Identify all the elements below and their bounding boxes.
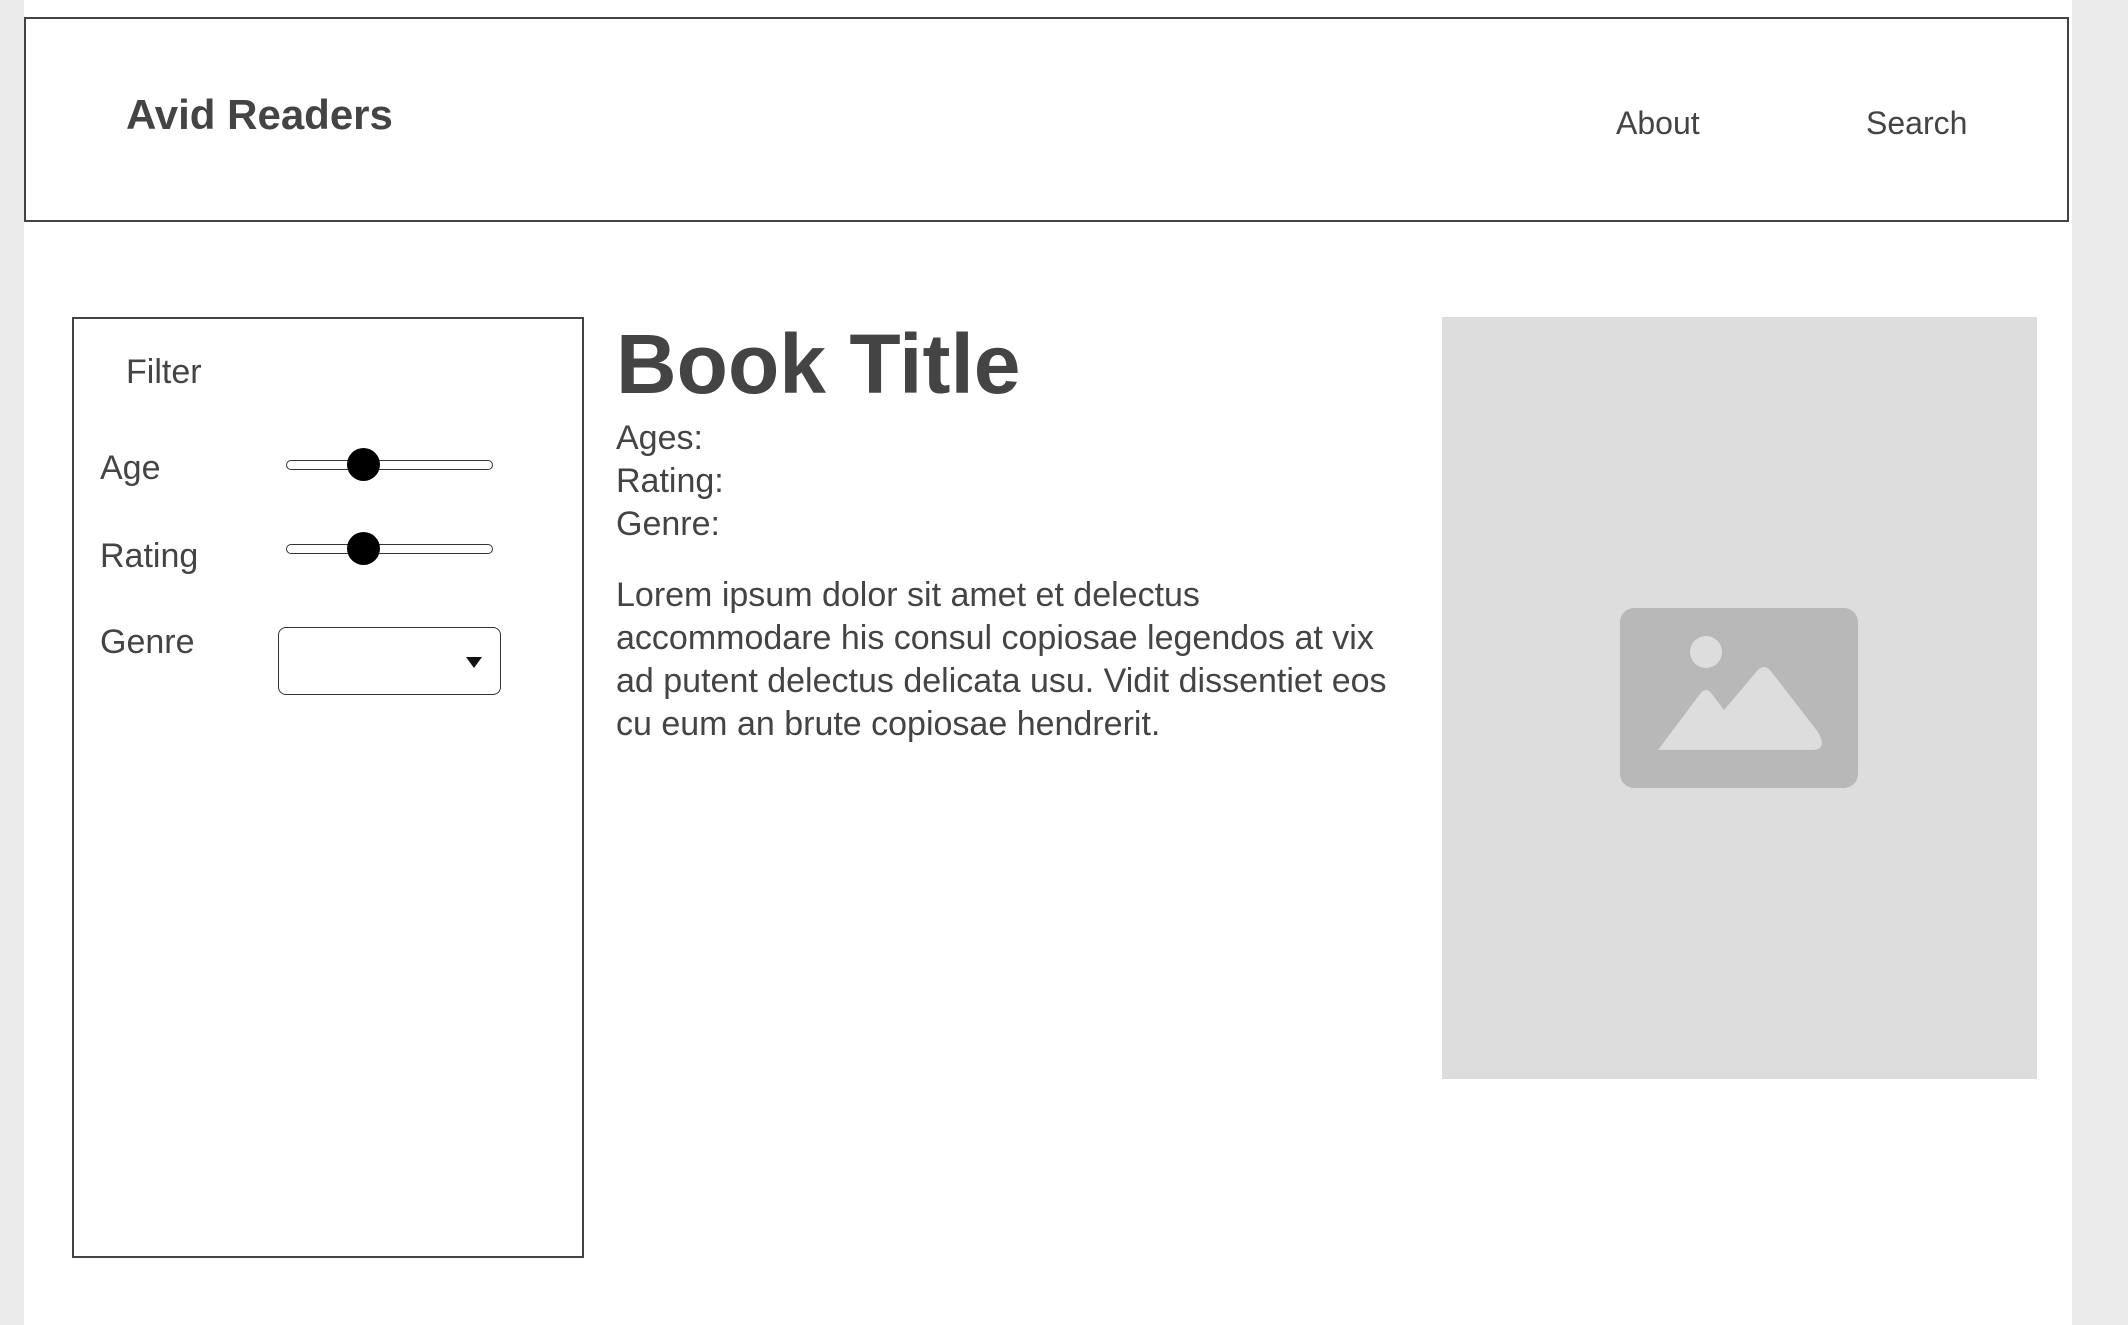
book-rating-label: Rating: (616, 462, 724, 500)
age-slider[interactable] (286, 448, 493, 481)
age-label: Age (100, 449, 161, 487)
book-title: Book Title (616, 317, 1021, 411)
chevron-down-icon (466, 657, 482, 668)
site-header: Avid Readers About Search (24, 17, 2069, 222)
age-slider-thumb[interactable] (346, 448, 380, 481)
filter-panel: Filter Age Rating Genre (72, 317, 584, 1258)
rating-label: Rating (100, 537, 199, 575)
site-brand[interactable]: Avid Readers (126, 94, 393, 136)
book-ages-label: Ages: (616, 419, 703, 457)
rating-slider-thumb[interactable] (346, 532, 380, 565)
image-placeholder-icon (1620, 608, 1858, 788)
rating-slider[interactable] (286, 532, 493, 565)
genre-select[interactable] (278, 627, 501, 695)
nav-about-link[interactable]: About (1616, 107, 1700, 139)
filter-title: Filter (126, 353, 202, 391)
book-genre-label: Genre: (616, 505, 720, 543)
book-cover-image (1442, 317, 2037, 1079)
book-description: Lorem ipsum dolor sit amet et delectus a… (616, 576, 1387, 743)
genre-label: Genre (100, 623, 195, 661)
nav-search-link[interactable]: Search (1866, 107, 1967, 139)
